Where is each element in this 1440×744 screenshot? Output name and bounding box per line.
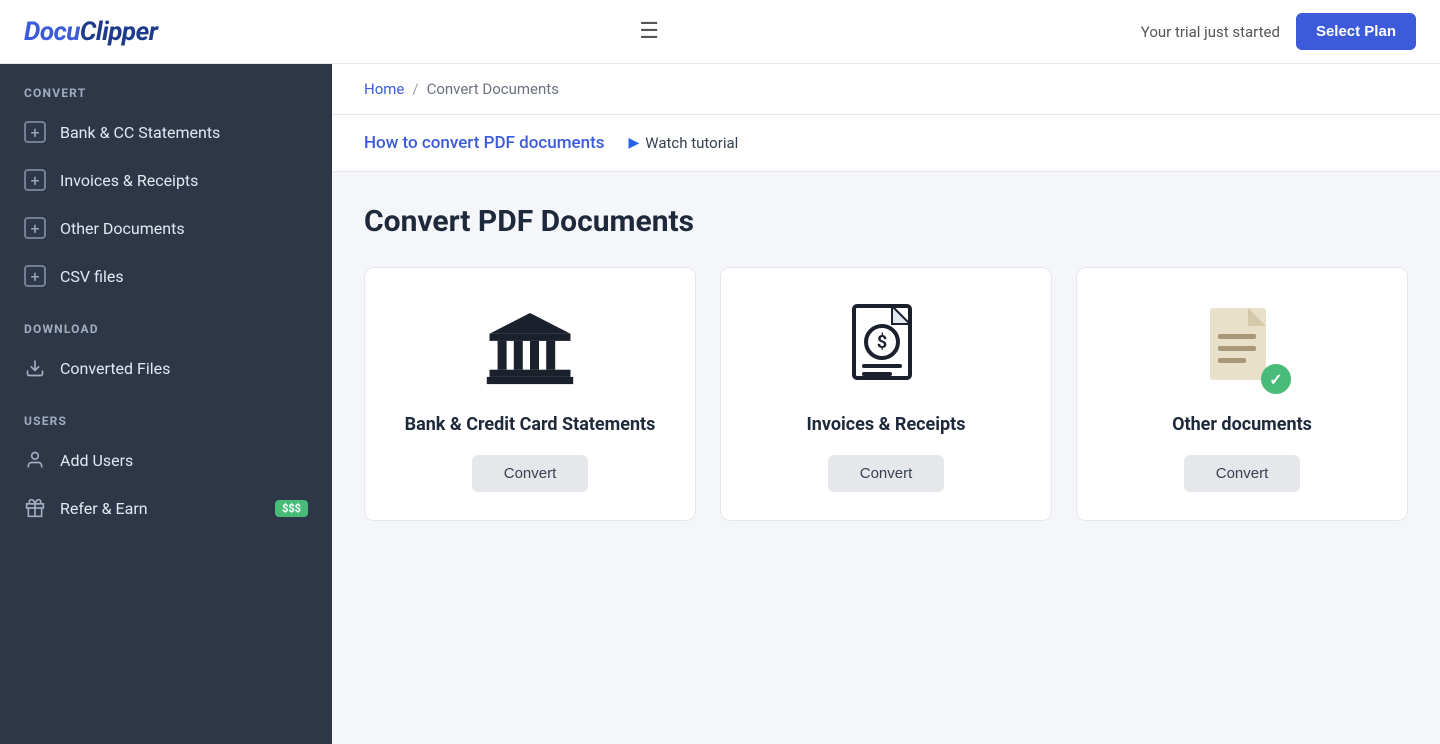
play-icon: ▶ [629, 135, 640, 151]
check-badge-icon: ✓ [1261, 364, 1291, 394]
app-header: DocuClipper ☰ Your trial just started Se… [0, 0, 1440, 64]
card-other-documents: ✓ Other documents Convert [1076, 267, 1408, 521]
sidebar-item-refer-earn-label: Refer & Earn [60, 499, 148, 518]
bank-icon [480, 304, 580, 394]
tutorial-banner: How to convert PDF documents ▶ Watch tut… [332, 115, 1440, 172]
sidebar-item-bank-cc[interactable]: + Bank & CC Statements [0, 108, 332, 156]
watch-tutorial-link[interactable]: ▶ Watch tutorial [629, 134, 739, 152]
sidebar-item-invoices[interactable]: + Invoices & Receipts [0, 156, 332, 204]
card-other-title: Other documents [1172, 414, 1312, 435]
card-invoices-receipts: $ Invoices & Receipts Convert [720, 267, 1052, 521]
plus-icon: + [24, 265, 46, 287]
sidebar-item-invoices-label: Invoices & Receipts [60, 171, 198, 190]
card-invoices-title: Invoices & Receipts [807, 414, 966, 435]
sidebar-section-users: USERS [0, 392, 332, 436]
download-icon [24, 357, 46, 379]
user-icon [24, 449, 46, 471]
invoice-icon: $ [836, 304, 936, 394]
sidebar-section-convert: CONVERT [0, 64, 332, 108]
cards-grid: Bank & Credit Card Statements Convert [364, 267, 1408, 521]
main-content: Home / Convert Documents How to convert … [332, 64, 1440, 744]
content-area: Convert PDF Documents [332, 172, 1440, 553]
sidebar-item-csv[interactable]: + CSV files [0, 252, 332, 300]
select-plan-button[interactable]: Select Plan [1296, 13, 1416, 50]
breadcrumb-separator: / [412, 80, 418, 98]
card-bank-convert-button[interactable]: Convert [472, 455, 589, 492]
plus-icon: + [24, 169, 46, 191]
refer-earn-badge: $$$ [275, 500, 308, 517]
watch-tutorial-label: Watch tutorial [645, 134, 738, 152]
sidebar-item-other-documents[interactable]: + Other Documents [0, 204, 332, 252]
breadcrumb-home[interactable]: Home [364, 80, 404, 98]
other-documents-icon: ✓ [1192, 304, 1292, 394]
sidebar-item-add-users-label: Add Users [60, 451, 133, 470]
card-other-convert-button[interactable]: Convert [1184, 455, 1301, 492]
tutorial-title: How to convert PDF documents [364, 133, 605, 153]
sidebar-item-converted-files-label: Converted Files [60, 359, 170, 378]
sidebar-item-converted-files[interactable]: Converted Files [0, 344, 332, 392]
breadcrumb: Home / Convert Documents [332, 64, 1440, 115]
plus-icon: + [24, 217, 46, 239]
page-title: Convert PDF Documents [364, 204, 1408, 239]
sidebar-item-other-documents-label: Other Documents [60, 219, 185, 238]
sidebar-item-refer-earn[interactable]: Refer & Earn $$$ [0, 484, 332, 532]
sidebar-item-bank-cc-label: Bank & CC Statements [60, 123, 220, 142]
trial-text: Your trial just started [1141, 23, 1280, 41]
gift-icon [24, 497, 46, 519]
svg-text:$: $ [877, 332, 887, 353]
breadcrumb-current: Convert Documents [427, 80, 559, 98]
app-body: CONVERT + Bank & CC Statements + Invoice… [0, 64, 1440, 744]
sidebar-item-add-users[interactable]: Add Users [0, 436, 332, 484]
sidebar-item-csv-label: CSV files [60, 267, 124, 286]
plus-icon: + [24, 121, 46, 143]
app-logo: DocuClipper [24, 17, 157, 47]
card-bank-title: Bank & Credit Card Statements [405, 414, 656, 435]
hamburger-menu[interactable]: ☰ [639, 19, 659, 44]
card-invoices-convert-button[interactable]: Convert [828, 455, 945, 492]
card-bank-credit-card: Bank & Credit Card Statements Convert [364, 267, 696, 521]
sidebar-section-download: DOWNLOAD [0, 300, 332, 344]
header-right: Your trial just started Select Plan [1141, 13, 1416, 50]
sidebar: CONVERT + Bank & CC Statements + Invoice… [0, 64, 332, 744]
